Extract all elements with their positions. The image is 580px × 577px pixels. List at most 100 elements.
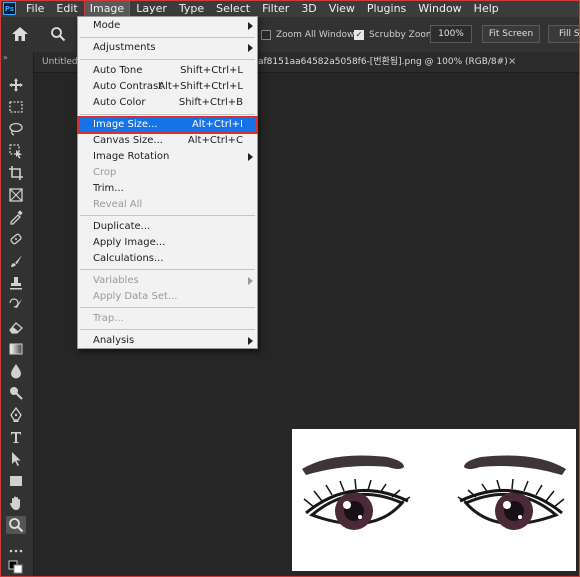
menu-item-label: Auto Color — [93, 97, 146, 108]
clone-stamp-tool-icon[interactable] — [6, 274, 26, 292]
history-brush-tool-icon[interactable] — [6, 296, 26, 314]
rectangle-tool-icon[interactable] — [6, 472, 26, 490]
tab-close-icon[interactable]: × — [508, 52, 516, 72]
menu-separator — [80, 59, 255, 60]
menu-layer[interactable]: Layer — [130, 0, 173, 17]
document-image[interactable] — [292, 429, 576, 571]
zoom-level-field[interactable]: 100% — [430, 25, 472, 43]
menu-image[interactable]: Image — [83, 0, 131, 17]
tools-panel: » — [0, 52, 34, 577]
menu-item-label: Calculations... — [93, 253, 164, 264]
gradient-tool-icon[interactable] — [6, 340, 26, 358]
menu-item-trim[interactable]: Trim... — [78, 181, 257, 197]
zoom-tool-selected-icon[interactable] — [6, 516, 26, 534]
menu-bar: Ps File Edit Image Layer Type Select Fil… — [0, 0, 580, 17]
fill-screen-button[interactable]: Fill Sc — [548, 25, 580, 43]
submenu-arrow-icon — [248, 153, 253, 161]
scrubby-zoom-label: Scrubby Zoom — [369, 30, 435, 40]
menu-item-label: Reveal All — [93, 199, 143, 210]
zoom-all-windows-label: Zoom All Windows — [276, 30, 359, 40]
menu-item-duplicate[interactable]: Duplicate... — [78, 219, 257, 235]
submenu-arrow-icon — [248, 22, 253, 30]
menu-item-image-size[interactable]: Image Size... Alt+Ctrl+I — [77, 116, 258, 134]
path-selection-tool-icon[interactable] — [6, 450, 26, 468]
menu-item-label: Adjustments — [93, 42, 156, 53]
menu-separator — [80, 329, 255, 330]
checkbox-box — [261, 30, 271, 40]
menu-item-canvas-size[interactable]: Canvas Size... Alt+Ctrl+C — [78, 133, 257, 149]
menu-file[interactable]: File — [20, 0, 50, 17]
menu-item-analysis[interactable]: Analysis — [78, 333, 257, 349]
menu-item-shortcut: Shift+Ctrl+B — [178, 97, 243, 108]
menu-window[interactable]: Window — [412, 0, 467, 17]
menu-item-apply-image[interactable]: Apply Image... — [78, 235, 257, 251]
menu-item-calculations[interactable]: Calculations... — [78, 251, 257, 267]
menu-item-label: Canvas Size... — [93, 135, 163, 146]
menu-3d[interactable]: 3D — [295, 0, 322, 17]
pen-tool-icon[interactable] — [6, 406, 26, 424]
menu-item-label: Auto Tone — [93, 65, 143, 76]
menu-plugins[interactable]: Plugins — [361, 0, 412, 17]
menu-item-auto-tone[interactable]: Auto Tone Shift+Ctrl+L — [78, 63, 257, 79]
menu-item-label: Apply Data Set... — [93, 291, 178, 302]
menu-item-apply-data-set: Apply Data Set... — [78, 289, 257, 305]
type-tool-icon[interactable] — [6, 428, 26, 446]
healing-brush-tool-icon[interactable] — [6, 230, 26, 248]
menu-separator — [80, 269, 255, 270]
menu-item-auto-contrast[interactable]: Auto Contrast Alt+Shift+Ctrl+L — [78, 79, 257, 95]
crop-tool-icon[interactable] — [6, 164, 26, 182]
submenu-arrow-icon — [248, 44, 253, 52]
checkbox-checked-icon: ✓ — [354, 30, 364, 40]
menu-item-crop: Crop — [78, 165, 257, 181]
menu-item-label: Analysis — [93, 335, 135, 346]
tab-untitled[interactable]: Untitled — [42, 52, 82, 72]
photoshop-logo-icon[interactable]: Ps — [3, 2, 16, 15]
tab-document[interactable]: af8151aa64582a5058f6-[번환됨].png @ 100% (R… — [258, 52, 516, 72]
menu-view[interactable]: View — [323, 0, 361, 17]
home-icon[interactable] — [10, 25, 30, 43]
color-swatches-icon[interactable] — [6, 560, 26, 574]
menu-item-label: Trim... — [93, 183, 124, 194]
menu-item-trap: Trap... — [78, 311, 257, 327]
menu-filter[interactable]: Filter — [256, 0, 295, 17]
menu-item-label: Image Rotation — [93, 151, 170, 162]
logo-text: Ps — [4, 4, 15, 13]
menu-item-mode[interactable]: Mode — [78, 18, 257, 34]
menu-item-label: Image Size... — [93, 119, 158, 130]
panel-collapse-icon[interactable]: » — [3, 53, 8, 62]
lasso-tool-icon[interactable] — [6, 120, 26, 138]
menu-separator — [80, 37, 255, 38]
marquee-tool-icon[interactable] — [6, 98, 26, 116]
image-menu-dropdown: Mode Adjustments Auto Tone Shift+Ctrl+L A… — [77, 16, 258, 349]
brush-tool-icon[interactable] — [6, 252, 26, 270]
more-tools-icon[interactable] — [6, 542, 26, 560]
menu-edit[interactable]: Edit — [50, 0, 83, 17]
dodge-tool-icon[interactable] — [6, 384, 26, 402]
fit-screen-button[interactable]: Fit Screen — [482, 25, 540, 43]
menu-item-shortcut: Alt+Ctrl+I — [191, 119, 243, 130]
menu-item-label: Crop — [93, 167, 117, 178]
zoom-tool-icon[interactable] — [50, 26, 66, 42]
menu-type[interactable]: Type — [173, 0, 210, 17]
menu-item-auto-color[interactable]: Auto Color Shift+Ctrl+B — [78, 95, 257, 111]
frame-tool-icon[interactable] — [6, 186, 26, 204]
zoom-all-windows-checkbox[interactable]: Zoom All Windows — [261, 28, 359, 42]
menu-item-image-rotation[interactable]: Image Rotation — [78, 149, 257, 165]
hand-tool-icon[interactable] — [6, 494, 26, 512]
menu-separator — [80, 215, 255, 216]
menu-help[interactable]: Help — [468, 0, 505, 17]
scrubby-zoom-checkbox[interactable]: ✓ Scrubby Zoom — [354, 28, 435, 42]
eraser-tool-icon[interactable] — [6, 318, 26, 336]
blur-tool-icon[interactable] — [6, 362, 26, 380]
menu-item-shortcut: Alt+Shift+Ctrl+L — [158, 81, 243, 92]
menu-item-label: Trap... — [93, 313, 124, 324]
move-tool-icon[interactable] — [6, 76, 26, 94]
menu-item-adjustments[interactable]: Adjustments — [78, 40, 257, 56]
menu-item-reveal-all: Reveal All — [78, 197, 257, 213]
menu-separator — [80, 307, 255, 308]
menu-item-label: Variables — [93, 275, 139, 286]
menu-select[interactable]: Select — [210, 0, 256, 17]
submenu-arrow-icon — [248, 277, 253, 285]
eyedropper-tool-icon[interactable] — [6, 208, 26, 226]
object-selection-tool-icon[interactable] — [6, 142, 26, 160]
